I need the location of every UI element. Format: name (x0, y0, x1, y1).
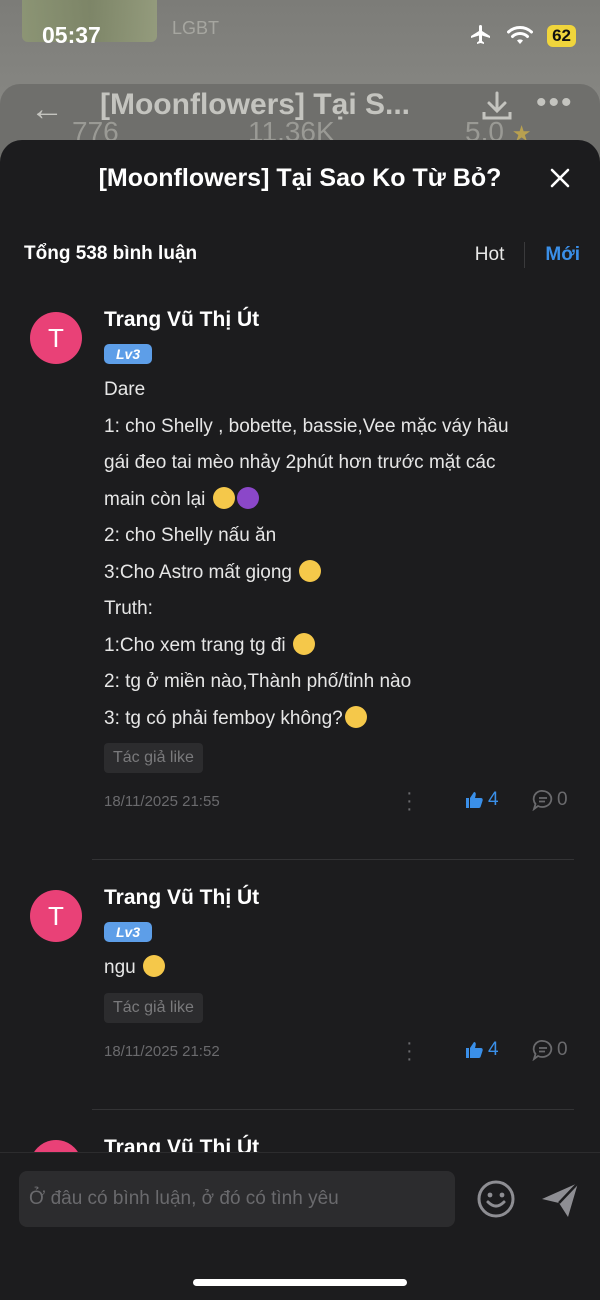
comment-date: 18/11/2025 21:55 (104, 793, 220, 810)
avatar[interactable]: T (30, 890, 82, 942)
comment-divider (92, 859, 574, 860)
comment-text: ngu (104, 950, 554, 987)
send-icon[interactable] (538, 1177, 582, 1221)
status-icons: 62 (469, 24, 576, 48)
reply-button[interactable]: 0 (532, 789, 568, 811)
nerd-emoji-icon (292, 632, 315, 655)
status-time: 05:37 (42, 22, 101, 48)
like-button[interactable]: 4 (464, 789, 499, 811)
comment-line: 1:Cho xem trang tg đi (104, 628, 554, 665)
comment-count: Tổng 538 bình luận (24, 243, 198, 264)
comment-line: Truth: (104, 598, 153, 619)
battery-icon: 62 (547, 25, 576, 47)
like-count: 4 (488, 1038, 499, 1060)
comment-line: 2: tg ở miền nào,Thành phố/tỉnh nào (104, 671, 412, 692)
more-vertical-icon[interactable]: · · · (406, 1033, 413, 1069)
smiling-emoji-icon (344, 705, 367, 728)
reply-count: 0 (557, 1038, 568, 1060)
comment-text: Dare 1: cho Shelly , bobette, bassie,Vee… (104, 372, 554, 737)
thinking-emoji-icon (299, 559, 322, 582)
emoji-icon[interactable] (474, 1177, 518, 1221)
home-indicator (193, 1279, 407, 1286)
comment-item: T Trang Vũ Thị Út Lv3 Dare 1: cho Shelly… (0, 300, 600, 860)
avatar[interactable]: T (30, 312, 82, 364)
devil-emoji-icon (236, 486, 259, 509)
level-badge: Lv3 (104, 344, 153, 364)
sort-new-tab[interactable]: Mới (545, 244, 580, 266)
level-badge: Lv3 (104, 922, 153, 942)
sheet-title: [Moonflowers] Tại Sao Ko Từ Bỏ? (98, 164, 502, 192)
sort-options: Hot Mới (475, 242, 580, 268)
comment-line: 3:Cho Astro mất giọng (104, 555, 554, 592)
comment-date: 18/11/2025 21:52 (104, 1042, 220, 1060)
close-icon[interactable] (546, 162, 574, 192)
thumbs-up-icon (466, 792, 483, 808)
comment-composer: Ở đâu có bình luận, ở đó có tình yêu (0, 1152, 600, 1300)
airplane-icon (471, 25, 491, 44)
sort-divider (524, 242, 526, 268)
comment-bubble-icon (532, 1039, 553, 1061)
comment-line: 2: cho Shelly nấu ăn (104, 525, 277, 546)
comment-line: 1: cho Shelly , bobette, bassie,Vee mặc … (104, 415, 509, 437)
comment-item: T Trang Vũ Thị Út Lv3 ngu Tác giả like 1… (0, 878, 600, 1110)
comment-author[interactable]: Trang Vũ Thị Út (104, 886, 600, 916)
comment-line: Dare (104, 379, 146, 400)
author-like-badge: Tác giả like (104, 743, 203, 773)
smiling-emoji-icon (142, 955, 165, 977)
reply-count: 0 (557, 789, 568, 810)
comment-author[interactable]: Trang Vũ Thị Út (104, 308, 600, 338)
comment-line: 3: tg có phải femboy không? (104, 701, 554, 738)
more-icon[interactable]: ••• (536, 86, 574, 120)
comment-bubble-icon (532, 790, 553, 811)
comment-input[interactable]: Ở đâu có bình luận, ở đó có tình yêu (19, 1171, 455, 1227)
comment-meta: 18/11/2025 21:55 · · · 4 0 (104, 783, 600, 823)
like-count: 4 (488, 789, 499, 810)
comment-list: T Trang Vũ Thị Út Lv3 Dare 1: cho Shelly… (0, 300, 600, 1192)
reply-button[interactable]: 0 (532, 1039, 568, 1061)
thumbs-up-icon (466, 1041, 483, 1058)
comments-sheet: [Moonflowers] Tại Sao Ko Từ Bỏ? Tổng 538… (0, 140, 600, 1299)
sort-hot-tab[interactable]: Hot (475, 244, 505, 266)
background-category-label: LGBT (172, 18, 220, 38)
more-vertical-icon[interactable]: · · · (406, 783, 413, 819)
comment-meta: 18/11/2025 21:52 · · · 4 0 (104, 1033, 600, 1073)
comment-divider (92, 1108, 574, 1110)
like-button[interactable]: 4 (464, 1039, 499, 1061)
comment-line: gái đeo tai mèo nhảy 2phút hơn trước mặt… (104, 452, 496, 473)
back-arrow-icon[interactable]: ← (30, 90, 64, 129)
nerd-emoji-icon (212, 486, 235, 509)
wifi-icon (507, 26, 534, 44)
comment-line: ngu (104, 950, 554, 987)
author-like-badge: Tác giả like (104, 992, 203, 1023)
comment-line: main còn lại (104, 482, 554, 519)
